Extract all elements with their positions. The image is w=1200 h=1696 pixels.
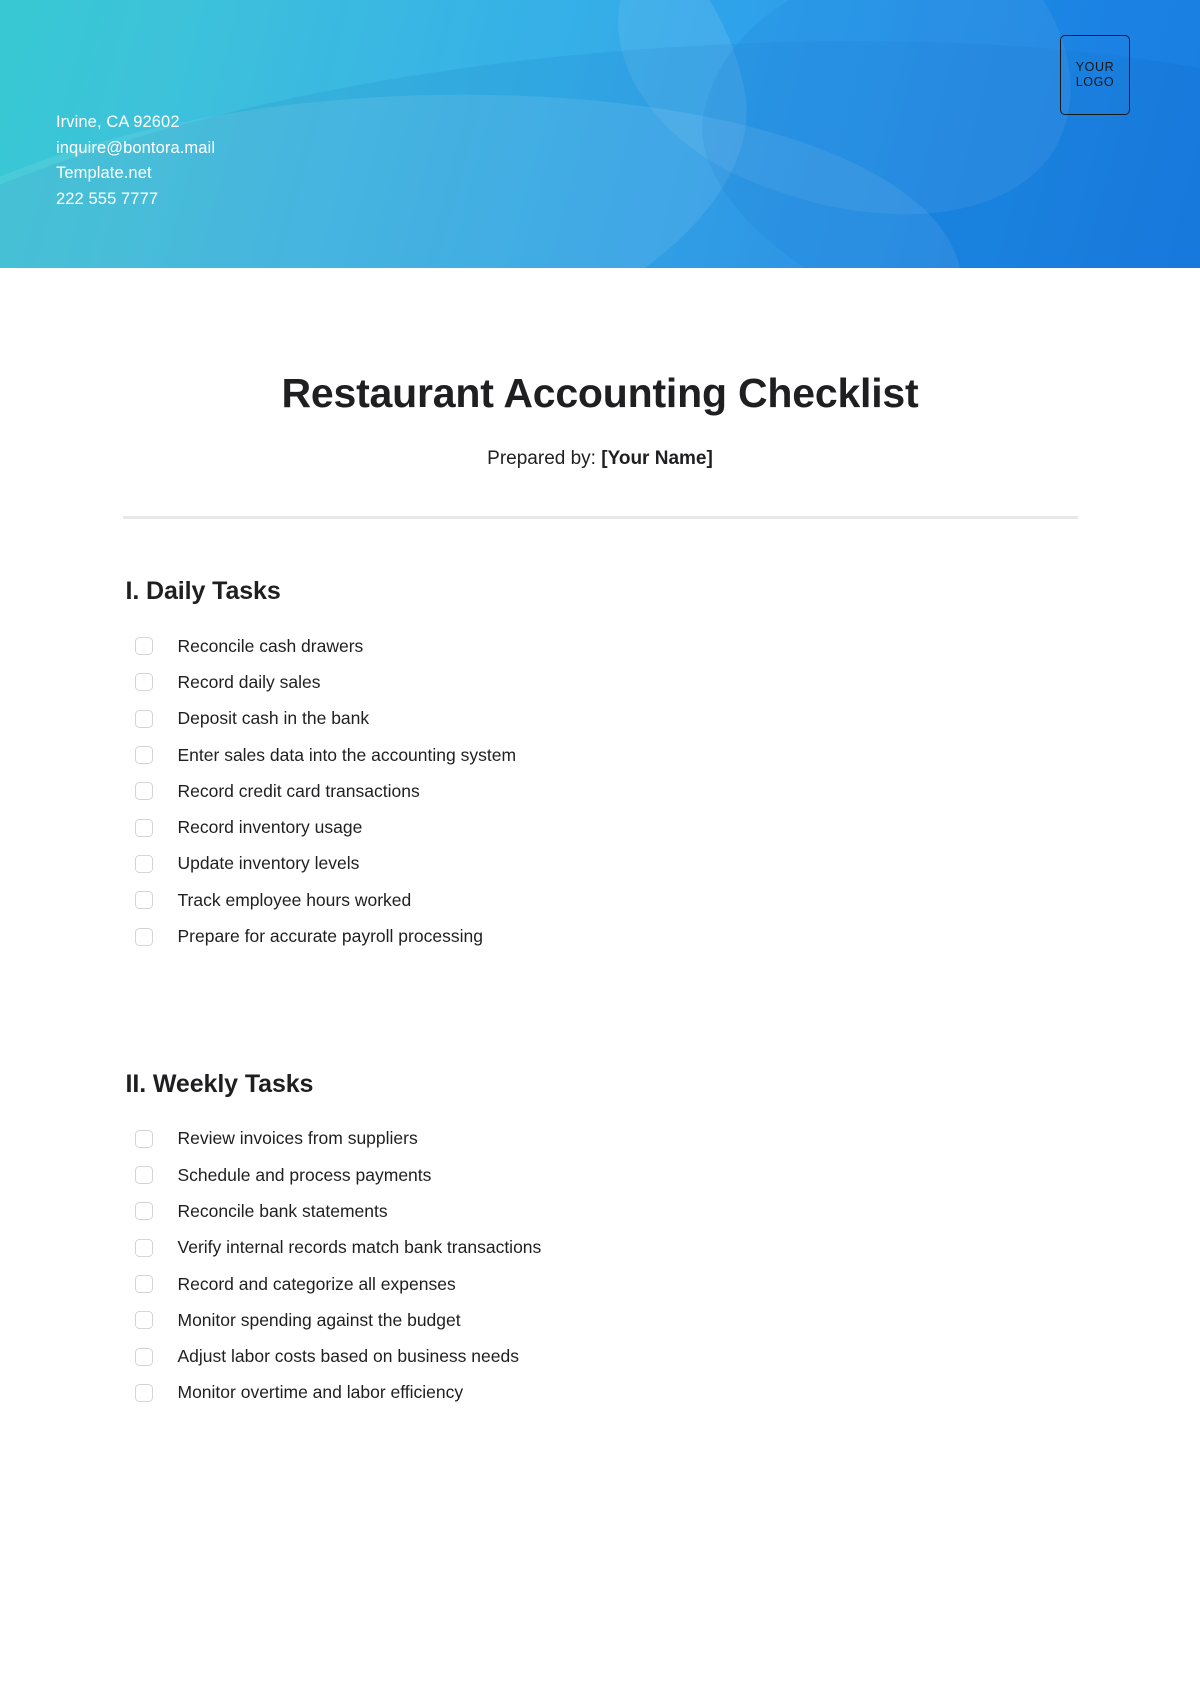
section-daily-tasks: I. Daily Tasks Reconcile cash drawers Re… [123,577,1078,955]
task-list-daily: Reconcile cash drawers Record daily sale… [126,628,1078,955]
document-header-banner: Irvine, CA 92602 inquire@bontora.mail Te… [0,0,1200,268]
checkbox-icon[interactable] [134,1166,153,1185]
task-label: Verify internal records match bank trans… [177,1237,542,1258]
task-label: Monitor spending against the budget [177,1309,461,1330]
task-label: Adjust labor costs based on business nee… [177,1346,519,1367]
contact-info-block: Irvine, CA 92602 inquire@bontora.mail Te… [56,110,215,212]
list-item[interactable]: Reconcile bank statements [126,1193,1078,1229]
task-label: Prepare for accurate payroll processing [177,926,483,947]
task-label: Deposit cash in the bank [177,708,370,729]
task-label: Enter sales data into the accounting sys… [177,744,517,765]
section-heading-weekly: II. Weekly Tasks [125,1069,314,1098]
task-label: Reconcile bank statements [177,1200,388,1221]
checkbox-icon[interactable] [134,709,153,728]
list-item[interactable]: Record credit card transactions [126,773,1078,809]
checkbox-icon[interactable] [134,1129,153,1148]
checkbox-icon[interactable] [134,746,153,765]
header-wave-decoration-4 [572,0,1128,268]
task-label: Schedule and process payments [177,1164,432,1185]
prepared-by-label: Prepared by: [487,448,596,469]
task-label: Record credit card transactions [177,780,420,801]
list-item[interactable]: Monitor overtime and labor efficiency [126,1375,1078,1411]
list-item[interactable]: Track employee hours worked [126,882,1078,918]
checkbox-icon[interactable] [134,1383,153,1402]
task-label: Record and categorize all expenses [177,1273,456,1294]
section-weekly-tasks: II. Weekly Tasks Review invoices from su… [123,1070,1078,1411]
list-item[interactable]: Adjust labor costs based on business nee… [126,1338,1078,1374]
list-item[interactable]: Reconcile cash drawers [126,628,1078,664]
list-item[interactable]: Verify internal records match bank trans… [126,1230,1078,1266]
task-list-weekly: Review invoices from suppliers Schedule … [126,1121,1078,1411]
task-label: Track employee hours worked [177,889,412,910]
checkbox-icon[interactable] [134,927,153,946]
section-heading-daily: I. Daily Tasks [125,577,281,605]
task-label: Update inventory levels [177,853,360,874]
checkbox-icon[interactable] [134,818,153,837]
list-item[interactable]: Update inventory levels [126,846,1078,882]
prepared-by-line: Prepared by: [Your Name] [0,448,1200,470]
checkbox-icon[interactable] [134,1311,153,1330]
checkbox-icon[interactable] [134,1238,153,1257]
task-label: Review invoices from suppliers [177,1128,418,1149]
list-item[interactable]: Schedule and process payments [126,1157,1078,1193]
list-item[interactable]: Record inventory usage [126,809,1078,845]
task-label: Monitor overtime and labor efficiency [177,1382,464,1403]
task-label: Record daily sales [177,671,321,692]
contact-phone: 222 555 7777 [56,189,159,208]
header-divider [122,516,1078,519]
logo-placeholder[interactable]: YOUR LOGO [1060,35,1130,115]
list-item[interactable]: Prepare for accurate payroll processing [126,918,1078,954]
task-label: Record inventory usage [177,817,363,838]
contact-email: inquire@bontora.mail [56,138,216,157]
checkbox-icon[interactable] [134,1202,153,1221]
task-label: Reconcile cash drawers [177,635,364,656]
list-item[interactable]: Review invoices from suppliers [126,1121,1078,1157]
list-item[interactable]: Monitor spending against the budget [126,1302,1078,1338]
contact-address: Irvine, CA 92602 [56,113,180,131]
checkbox-icon[interactable] [134,1347,153,1366]
list-item[interactable]: Record and categorize all expenses [126,1266,1078,1302]
list-item[interactable]: Record daily sales [126,664,1078,700]
logo-text-line-1: YOUR [1075,60,1115,74]
checkbox-icon[interactable] [134,637,153,656]
checkbox-icon[interactable] [134,673,153,692]
checkbox-icon[interactable] [134,891,153,910]
checkbox-icon[interactable] [134,1275,153,1293]
logo-text-line-2: LOGO [1075,75,1115,89]
page-title: Restaurant Accounting Checklist [281,370,919,416]
checkbox-icon[interactable] [134,782,153,801]
checkbox-icon[interactable] [134,854,153,873]
prepared-by-value[interactable]: [Your Name] [601,448,713,469]
document-body: Restaurant Accounting Checklist Prepared… [0,370,1200,1411]
contact-website: Template.net [56,164,152,182]
list-item[interactable]: Enter sales data into the accounting sys… [126,737,1078,773]
list-item[interactable]: Deposit cash in the bank [126,701,1078,737]
